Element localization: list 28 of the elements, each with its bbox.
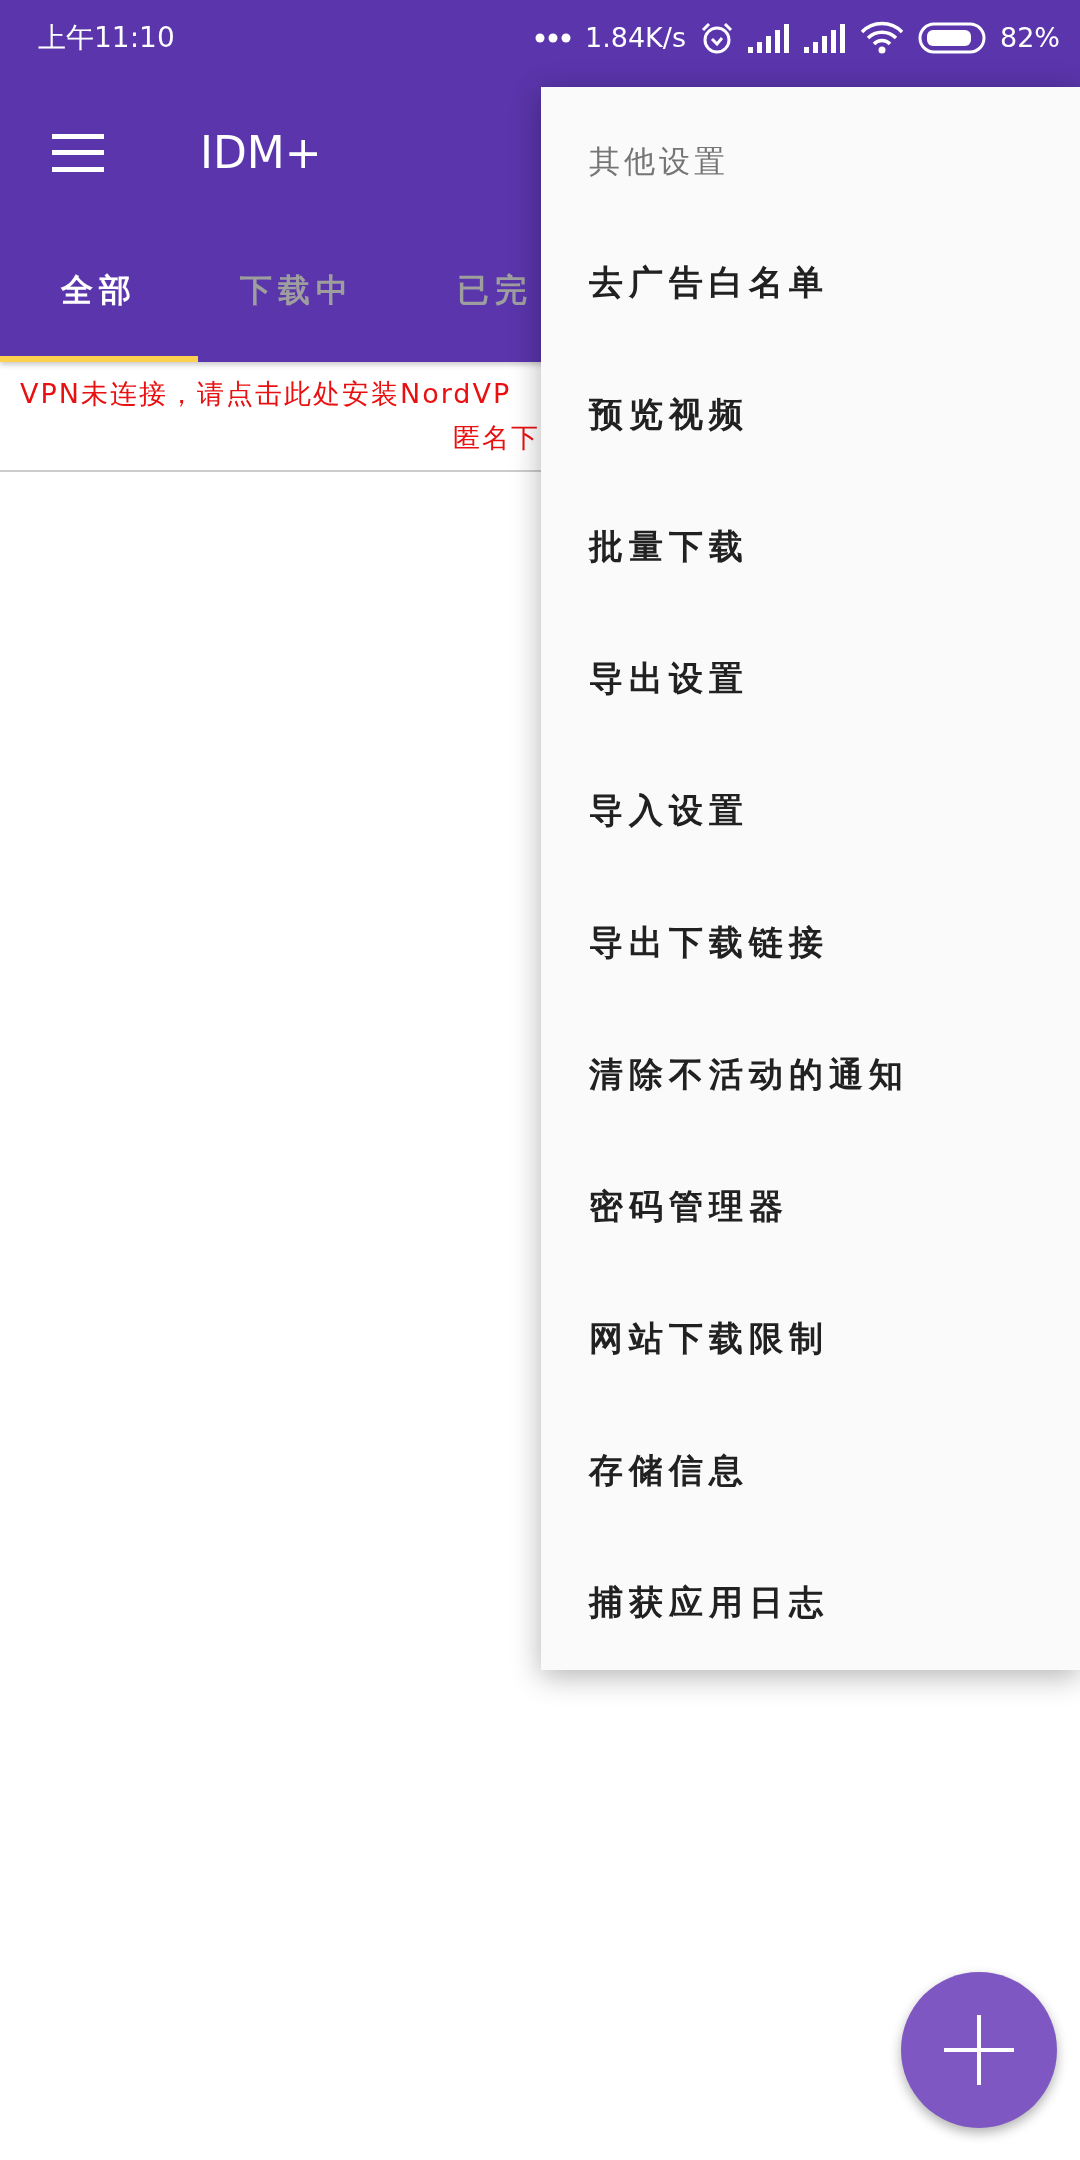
battery-icon: [918, 21, 986, 54]
menu-item[interactable]: 导入设置: [541, 745, 1080, 877]
vpn-notice[interactable]: 匿名下: [453, 420, 540, 456]
wifi-icon: [860, 20, 904, 55]
menu-item[interactable]: 导出设置: [541, 613, 1080, 745]
menu-item[interactable]: 预览视频: [541, 349, 1080, 481]
app-title: IDM+: [200, 127, 322, 178]
add-button[interactable]: [901, 1972, 1057, 2128]
menu-item[interactable]: 清除不活动的通知: [541, 1009, 1080, 1141]
menu-icon[interactable]: [52, 133, 104, 172]
battery-percent: 82%: [1000, 22, 1060, 53]
network-speed: 1.84K/s: [585, 22, 686, 53]
vpn-notice[interactable]: VPN未连接，请点击此处安装NordVP: [0, 376, 540, 412]
signal-icon: [804, 22, 846, 53]
menu-item[interactable]: 去广告白名单: [541, 217, 1080, 349]
more-dots-icon: [535, 32, 571, 43]
menu-item[interactable]: 批量下载: [541, 481, 1080, 613]
menu-header: 其他设置: [588, 142, 729, 181]
menu-item[interactable]: 捕获应用日志: [541, 1537, 1080, 1669]
signal-icon: [748, 22, 790, 53]
menu-item[interactable]: 存储信息: [541, 1405, 1080, 1537]
menu-item[interactable]: 导出下载链接: [541, 877, 1080, 1009]
plus-icon: [944, 2015, 1014, 2085]
status-time: 上午11:10: [38, 19, 175, 56]
tab[interactable]: 全部: [0, 230, 198, 362]
menu-item[interactable]: 密码管理器: [541, 1141, 1080, 1273]
menu-item[interactable]: 网站下载限制: [541, 1273, 1080, 1405]
alarm-icon: [700, 20, 734, 55]
